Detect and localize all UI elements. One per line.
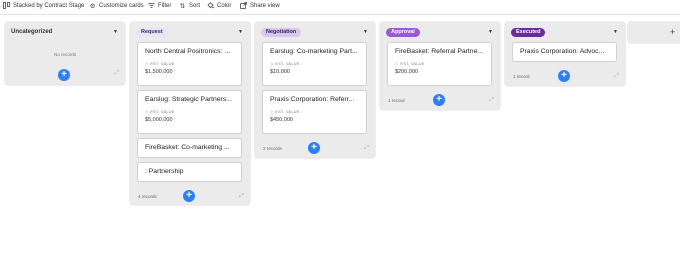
currency-icon: ◇ <box>145 61 149 66</box>
chevron-down-icon[interactable]: ▼ <box>487 29 494 35</box>
record-card[interactable]: Praxis Corporation: Referr... ◇ EST. VALU… <box>262 90 367 134</box>
card-title: FireBasket: Co-marketing ... <box>145 144 230 151</box>
filter-label: Filter <box>158 2 172 9</box>
column-title: Approval <box>386 27 420 37</box>
kanban-icon <box>3 2 10 9</box>
chevron-down-icon[interactable]: ▼ <box>612 29 619 35</box>
column-title: Uncategorized <box>11 29 53 35</box>
share-view-label: Share view <box>250 2 280 9</box>
card-title: Praxis Corporation: Referr... <box>270 96 355 103</box>
record-card[interactable]: Earslug: Co-marketing Part... ◇ EST. VALU… <box>262 42 367 86</box>
card-title: Praxis Corporation: Advoc... <box>520 48 605 55</box>
column-header: Negotiation ▼ <box>255 22 375 42</box>
card-title: : Partnership <box>145 168 184 175</box>
column-footer: 1 record + ⤢ <box>505 66 625 86</box>
record-card[interactable]: Earslug: Strategic Partners... ◇ EST. VAL… <box>137 90 242 134</box>
currency-icon: ◇ <box>395 61 399 66</box>
column-header: Executed ▼ <box>505 22 625 42</box>
expand-icon[interactable]: ⤢ <box>489 97 494 104</box>
column-header: Approval ▼ <box>380 22 500 42</box>
currency-icon: ◇ <box>145 109 149 114</box>
record-count: 1 record <box>388 97 405 103</box>
expand-icon[interactable]: ⤢ <box>364 145 369 152</box>
field-label: EST. VALUE <box>275 109 300 114</box>
record-card[interactable]: North Central Positronics: ... ◇ EST. VAL… <box>137 42 242 86</box>
field-value: $5,000,000 <box>145 117 173 123</box>
toolbar-divider <box>0 14 680 15</box>
chevron-down-icon[interactable]: ▼ <box>362 29 369 35</box>
card-title: Earslug: Co-marketing Part... <box>270 48 358 55</box>
chevron-down-icon[interactable]: ▼ <box>112 29 119 35</box>
customize-cards-label: Customize cards <box>99 2 144 9</box>
view-toolbar: Stacked by Contract Stage ⚙ Customize ca… <box>0 0 680 13</box>
stack-by-button[interactable]: Stacked by Contract Stage <box>3 2 84 9</box>
card-title: North Central Positronics: ... <box>145 48 230 55</box>
field-label: EST. VALUE <box>150 61 175 66</box>
gear-icon: ⚙ <box>89 2 96 10</box>
currency-icon: ◇ <box>270 61 274 66</box>
sort-icon: ⇅ <box>179 2 186 10</box>
color-button[interactable]: Color <box>207 2 231 9</box>
add-record-button[interactable]: + <box>433 94 445 106</box>
column-title: Executed <box>511 27 546 37</box>
empty-state-text: No records <box>53 52 76 57</box>
add-record-button[interactable]: + <box>308 142 320 154</box>
expand-icon[interactable]: ⤢ <box>239 193 244 200</box>
column-header: Request ▼ <box>130 22 250 42</box>
record-card[interactable]: Praxis Corporation: Advoc... <box>512 42 617 62</box>
column-footer: 1 record + ⤢ <box>380 90 500 110</box>
card-title: Earslug: Strategic Partners... <box>145 96 232 103</box>
field-value: $200,000 <box>395 69 418 75</box>
record-card[interactable]: : Partnership <box>137 162 242 182</box>
column-executed: Executed ▼ Praxis Corporation: Advoc... … <box>505 22 625 86</box>
column-footer: 4 records + ⤢ <box>130 186 250 206</box>
card-title: FireBasket: Referral Partne... <box>395 48 484 55</box>
column-header: Uncategorized ▼ <box>5 22 125 42</box>
paint-bucket-icon <box>207 2 214 9</box>
filter-button[interactable]: Filter <box>148 2 171 9</box>
column-uncategorized: Uncategorized ▼ No records + ⤢ <box>5 22 125 85</box>
currency-icon: ◇ <box>270 109 274 114</box>
column-footer: 2 records + ⤢ <box>255 138 375 158</box>
expand-icon[interactable]: ⤢ <box>614 73 619 80</box>
sort-button[interactable]: ⇅ Sort <box>179 2 201 10</box>
column-negotiation: Negotiation ▼ Earslug: Co-marketing Part… <box>255 22 375 158</box>
field-label: EST. VALUE <box>275 61 300 66</box>
record-card[interactable]: FireBasket: Co-marketing ... <box>137 138 242 158</box>
add-stack-button[interactable]: + <box>628 22 680 43</box>
plus-icon: + <box>670 27 676 37</box>
record-count: 4 records <box>138 193 157 199</box>
customize-cards-button[interactable]: ⚙ Customize cards <box>89 2 144 10</box>
add-record-button[interactable]: + <box>183 190 195 202</box>
add-record-button[interactable]: + <box>558 70 570 82</box>
field-value: $450,000 <box>270 117 293 123</box>
sort-label: Sort <box>189 2 201 9</box>
record-count: 2 records <box>263 145 282 151</box>
color-label: Color <box>217 2 232 9</box>
record-count: 1 record <box>513 73 530 79</box>
column-request: Request ▼ North Central Positronics: ...… <box>130 22 250 205</box>
expand-icon[interactable]: ⤢ <box>114 70 119 77</box>
column-title: Request <box>136 27 168 37</box>
add-record-button[interactable]: + <box>58 69 70 81</box>
field-label: EST. VALUE <box>400 61 425 66</box>
chevron-down-icon[interactable]: ▼ <box>237 29 244 35</box>
record-card[interactable]: FireBasket: Referral Partne... ◇ EST. VAL… <box>387 42 492 86</box>
share-icon <box>240 2 247 9</box>
column-approval: Approval ▼ FireBasket: Referral Partne..… <box>380 22 500 110</box>
column-title: Negotiation <box>261 27 302 37</box>
field-value: $1,500,000 <box>145 69 173 75</box>
field-value: $10,000 <box>270 69 290 75</box>
stack-by-label: Stacked by Contract Stage <box>13 2 85 9</box>
field-label: EST. VALUE <box>150 109 175 114</box>
share-view-button[interactable]: Share view <box>240 2 280 9</box>
filter-icon <box>148 2 155 9</box>
